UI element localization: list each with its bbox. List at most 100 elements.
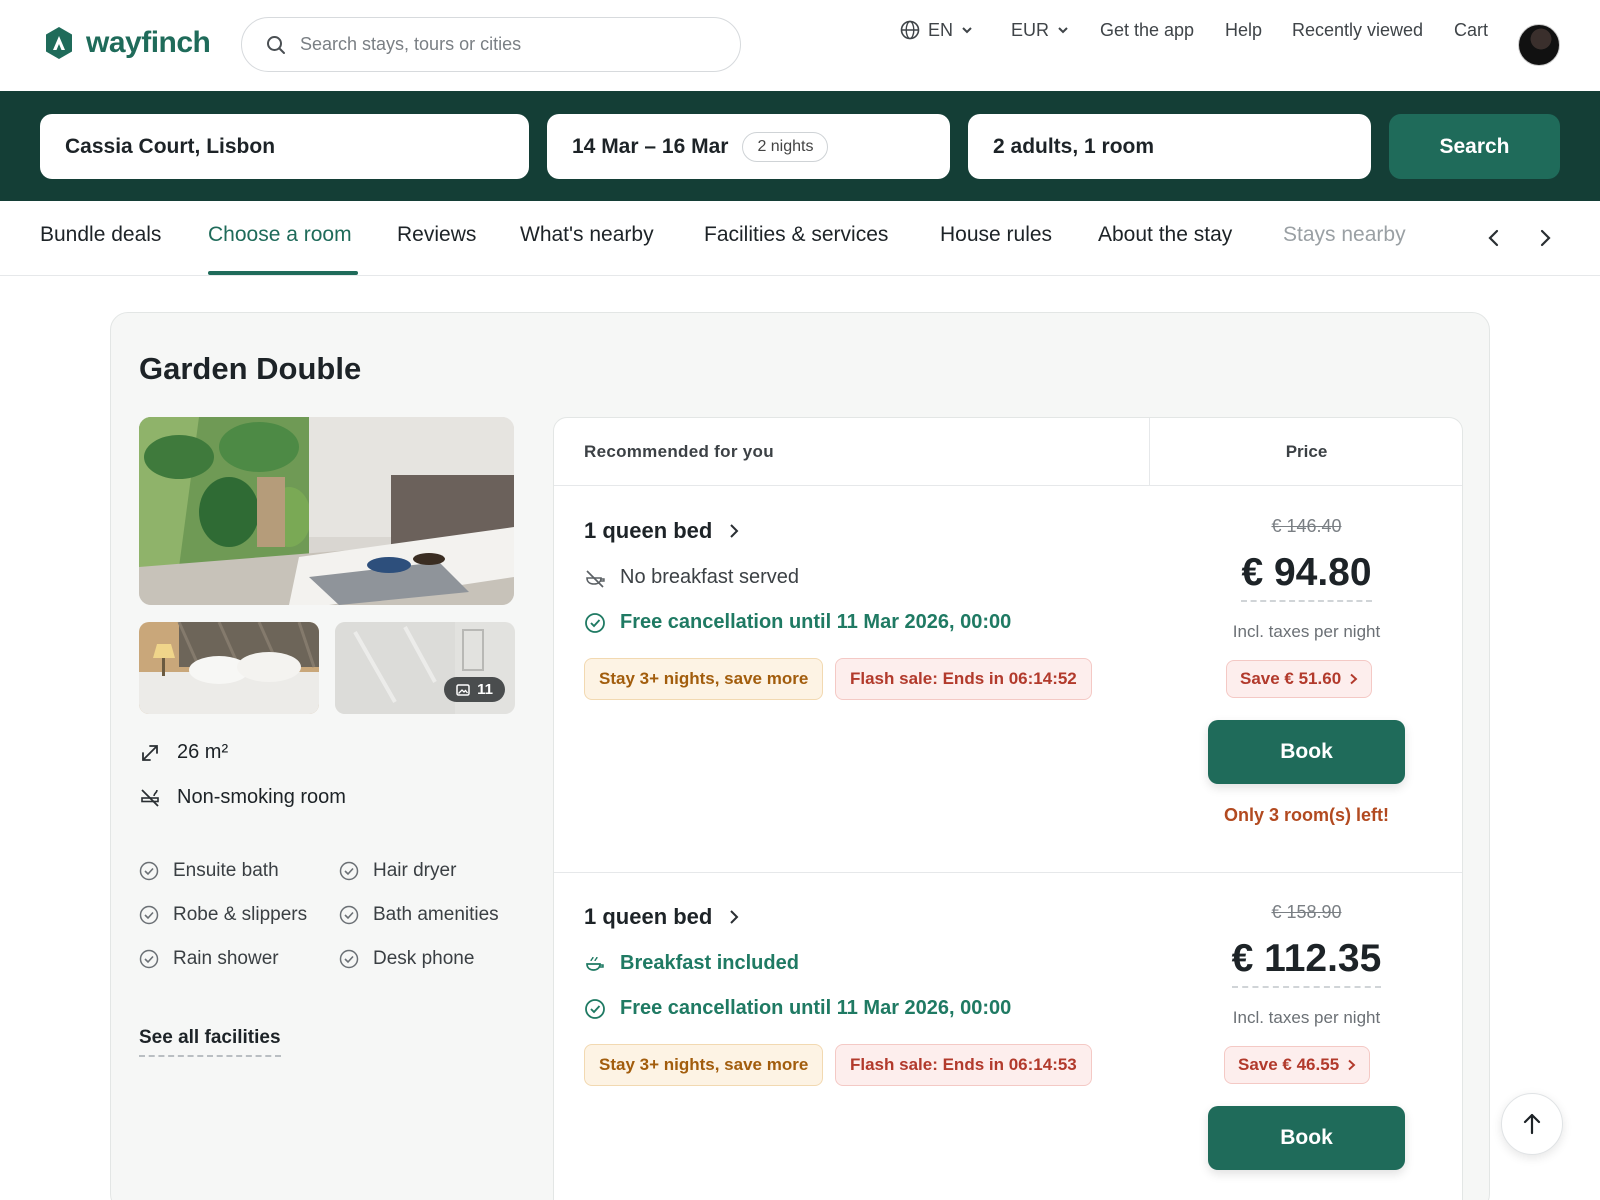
image-icon	[456, 683, 470, 696]
back-to-top-button[interactable]	[1501, 1093, 1563, 1155]
header-recommended: Recommended for you	[584, 442, 774, 461]
photo-count-badge[interactable]: 11	[444, 677, 505, 702]
help-link[interactable]: Help	[1225, 20, 1262, 41]
savings-badge[interactable]: Save € 51.60	[1226, 660, 1373, 698]
facility-item: Robe & slippers	[139, 904, 307, 926]
facility-item: Rain shower	[139, 948, 279, 970]
brand-name: wayfinch	[86, 26, 211, 59]
search-icon	[267, 35, 285, 54]
no-smoking-icon	[141, 788, 159, 807]
current-price-value: € 94.80	[1241, 551, 1372, 602]
offers-table: Recommended for you Price 1 queen bed No…	[553, 417, 1463, 1200]
get-app-link[interactable]: Get the app	[1100, 20, 1194, 41]
flash-sale-tag: Flash sale: Ends in 06:14:53	[835, 1044, 1092, 1086]
chevron-right-icon	[730, 524, 739, 538]
globe-icon	[900, 20, 920, 40]
see-all-facilities-link[interactable]: See all facilities	[139, 1027, 281, 1057]
tab-stays-nearby[interactable]: Stays nearby	[1283, 223, 1406, 247]
facility-label: Robe & slippers	[173, 904, 308, 925]
room-photo-thumb-1[interactable]	[139, 622, 319, 714]
savings-value: Save € 46.55	[1238, 1055, 1340, 1074]
chevron-left-icon[interactable]	[1483, 227, 1505, 249]
tab-reviews[interactable]: Reviews	[397, 223, 476, 247]
top-bar: wayfinch EN EUR Get the app Help Recentl…	[0, 0, 1600, 91]
nights-badge: 2 nights	[742, 131, 829, 162]
tab-choose-room[interactable]: Choose a room	[208, 223, 352, 247]
check-circle-icon	[139, 905, 159, 925]
current-price: € 94.80	[1149, 551, 1464, 602]
search-input[interactable]	[300, 34, 700, 55]
photo-count: 11	[477, 681, 493, 698]
check-circle-icon	[339, 861, 359, 881]
breakfast-info: Breakfast included	[584, 952, 799, 975]
check-circle-icon	[585, 612, 605, 633]
coffee-cup-icon	[586, 956, 604, 971]
dates-value: 14 Mar – 16 Mar	[572, 134, 729, 158]
room-smoking-value: Non-smoking room	[177, 786, 346, 808]
language-label: EN	[928, 19, 954, 40]
guests-field[interactable]: 2 adults, 1 room	[968, 114, 1371, 179]
tab-bundle-deals[interactable]: Bundle deals	[40, 223, 161, 247]
bed-type-link[interactable]: 1 queen bed	[584, 904, 740, 930]
facility-item: Ensuite bath	[139, 860, 279, 882]
global-search[interactable]	[241, 17, 741, 72]
room-size: 26 m²	[139, 741, 228, 764]
facility-item: Bath amenities	[339, 904, 499, 926]
cart-link[interactable]: Cart	[1454, 20, 1488, 41]
facility-label: Rain shower	[173, 948, 279, 969]
price-note: Incl. taxes per night	[1232, 1008, 1381, 1027]
avatar[interactable]	[1518, 24, 1560, 66]
original-price: € 158.90	[1271, 902, 1342, 922]
cancellation-text: Free cancellation until 11 Mar 2026, 00:…	[620, 611, 1012, 633]
availability-warning: Only 3 room(s) left!	[1223, 805, 1389, 825]
room-photo-image	[139, 417, 514, 605]
location-field[interactable]: Cassia Court, Lisbon	[40, 114, 529, 179]
tab-about-stay[interactable]: About the stay	[1098, 223, 1232, 247]
section-tabs: Bundle deals Choose a room Reviews What'…	[0, 201, 1600, 276]
chevron-right-icon	[730, 910, 739, 924]
currency-selector[interactable]: EUR	[1011, 20, 1069, 41]
stay-longer-tag: Stay 3+ nights, save more	[584, 658, 824, 700]
no-breakfast-icon	[586, 569, 605, 588]
active-tab-indicator	[208, 271, 358, 275]
room-thumb-image	[139, 622, 319, 714]
booking-search-bar: Cassia Court, Lisbon 14 Mar – 16 Mar 2 n…	[0, 91, 1600, 201]
book-button[interactable]: Book	[1208, 720, 1405, 784]
bed-type-link[interactable]: 1 queen bed	[584, 518, 740, 544]
savings-value: Save € 51.60	[1240, 669, 1342, 688]
arrow-up-icon	[1523, 1113, 1541, 1135]
book-button[interactable]: Book	[1208, 1106, 1405, 1170]
cancellation-info: Free cancellation until 11 Mar 2026, 00:…	[584, 997, 1011, 1020]
guests-value: 2 adults, 1 room	[993, 134, 1155, 158]
chevron-right-icon	[1350, 673, 1358, 685]
bed-type: 1 queen bed	[584, 518, 713, 543]
chevron-right-icon[interactable]	[1534, 227, 1556, 249]
room-photo-main[interactable]	[139, 417, 514, 605]
header-price: Price	[1285, 442, 1328, 461]
room-card: Garden Double 11 26 m² Non-smoking room …	[110, 312, 1490, 1200]
room-photo-thumb-2[interactable]: 11	[335, 622, 515, 714]
language-selector[interactable]: EN	[900, 20, 973, 41]
dates-field[interactable]: 14 Mar – 16 Mar 2 nights	[547, 114, 950, 179]
currency-label: EUR	[1011, 19, 1050, 40]
breakfast-text: No breakfast served	[620, 566, 799, 588]
recently-viewed-link[interactable]: Recently viewed	[1292, 20, 1423, 41]
check-circle-icon	[139, 861, 159, 881]
check-circle-icon	[585, 998, 605, 1019]
chevron-right-icon	[1348, 1059, 1356, 1071]
tab-house-rules[interactable]: House rules	[940, 223, 1052, 247]
current-price: € 112.35	[1149, 937, 1464, 988]
tab-facilities[interactable]: Facilities & services	[704, 223, 888, 247]
savings-badge[interactable]: Save € 46.55	[1224, 1046, 1371, 1084]
facility-item: Hair dryer	[339, 860, 456, 882]
location-value: Cassia Court, Lisbon	[65, 134, 276, 158]
chevron-down-icon	[962, 27, 972, 34]
cancellation-info: Free cancellation until 11 Mar 2026, 00:…	[584, 611, 1011, 634]
facility-item: Desk phone	[339, 948, 474, 970]
tab-whats-nearby[interactable]: What's nearby	[520, 223, 654, 247]
brand-logo[interactable]: wayfinch	[44, 26, 211, 60]
search-button[interactable]: Search	[1389, 114, 1560, 179]
room-size-value: 26 m²	[177, 741, 229, 763]
facility-label: Bath amenities	[373, 904, 499, 925]
room-smoking: Non-smoking room	[139, 786, 346, 809]
